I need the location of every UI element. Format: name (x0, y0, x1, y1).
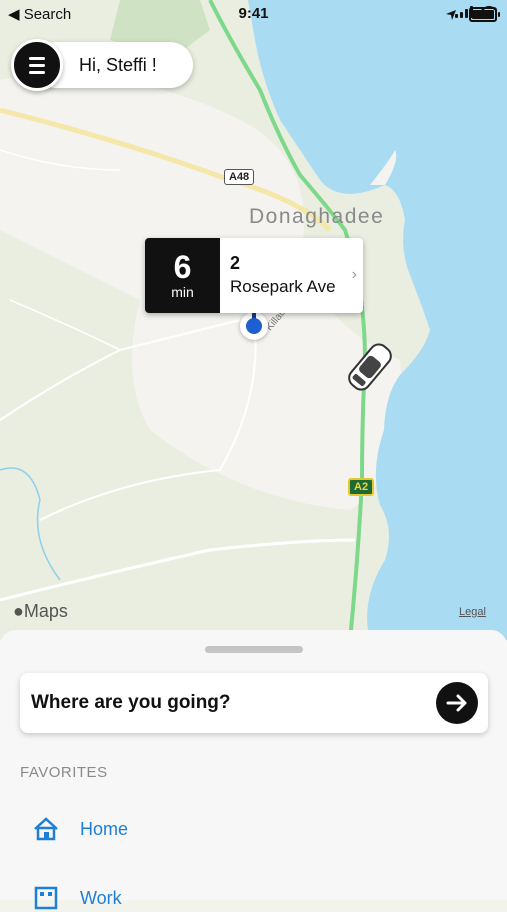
chevron-right-icon: › (351, 266, 357, 283)
search-placeholder: Where are you going? (31, 692, 231, 713)
greeting-bar: Hi, Steffi ! (11, 39, 193, 91)
menu-button[interactable] (11, 39, 63, 91)
favorite-work-label: Work (80, 887, 122, 908)
address-line2: Rosepark Ave (230, 277, 336, 296)
favorite-home[interactable]: Home (32, 815, 128, 843)
favorites-title: FAVORITES (20, 764, 108, 781)
eta-card[interactable]: 6 min 2 Rosepark Ave › (145, 238, 363, 313)
maps-attribution: ●Maps (13, 601, 68, 621)
eta-minutes: 6 (173, 249, 192, 285)
status-bar: ◀ Search 9:41 (0, 0, 507, 28)
eta-unit: min (171, 284, 194, 300)
home-icon (34, 817, 58, 841)
location-arrow-icon (446, 9, 456, 20)
road-shield-a48: A48 (224, 169, 255, 185)
sheet-handle[interactable] (205, 646, 303, 653)
road-shield-a2: A2 (348, 478, 375, 496)
favorite-work[interactable]: Work (32, 884, 122, 912)
status-time: 9:41 (238, 5, 269, 22)
destination-search[interactable]: Where are you going? (20, 673, 488, 733)
legal-link[interactable]: Legal (459, 606, 486, 618)
work-icon (34, 886, 58, 910)
place-label: Donaghadee (249, 205, 385, 228)
battery-icon (469, 7, 500, 22)
apple-logo-icon: ● (13, 601, 24, 621)
greeting-text: Hi, Steffi ! (79, 54, 157, 75)
pickup-address: 2 Rosepark Ave › (220, 238, 363, 313)
map-view[interactable]: A48 A2 Killaughey Donaghadee 6 min 2 Ros… (0, 0, 507, 640)
location-pin[interactable] (240, 304, 268, 340)
favorite-home-label: Home (80, 818, 129, 839)
arrow-right-icon (446, 694, 467, 712)
bottom-sheet: Where are you going? FAVORITES Home Work (0, 630, 507, 910)
go-button[interactable] (436, 682, 478, 724)
eta-box: 6 min (145, 238, 220, 313)
address-line1: 2 (230, 253, 241, 273)
